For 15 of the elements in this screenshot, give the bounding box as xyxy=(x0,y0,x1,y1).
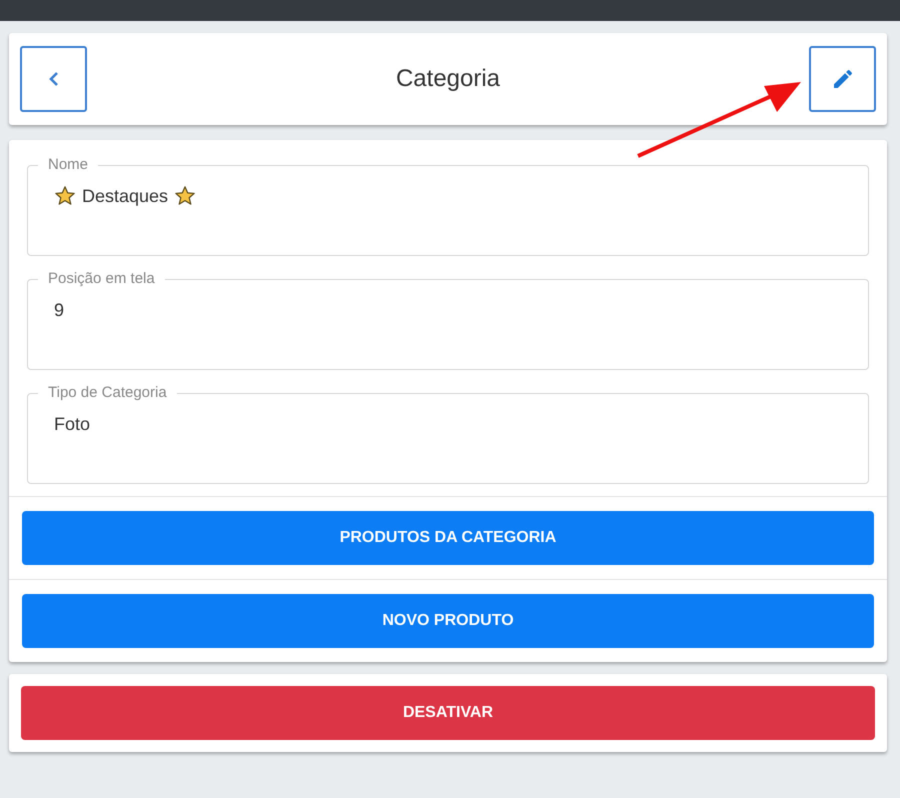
star-icon xyxy=(54,185,76,207)
action-button[interactable]: DESATIVAR xyxy=(21,686,875,740)
field-label: Nome xyxy=(47,155,90,175)
edit-button[interactable] xyxy=(809,46,876,112)
action-button[interactable]: PRODUTOS DA CATEGORIA xyxy=(22,511,874,565)
page-title: Categoria xyxy=(396,64,500,94)
action-button[interactable]: NOVO PRODUTO xyxy=(22,594,874,648)
back-icon xyxy=(48,71,60,87)
back-button[interactable] xyxy=(20,46,87,112)
field-value: 9 xyxy=(54,298,64,322)
field-value: Destaques xyxy=(82,184,168,208)
star-icon xyxy=(174,185,196,207)
field-label: Tipo de Categoria xyxy=(47,383,168,403)
field-label: Posição em tela xyxy=(47,269,156,289)
field-value: Foto xyxy=(54,412,90,436)
